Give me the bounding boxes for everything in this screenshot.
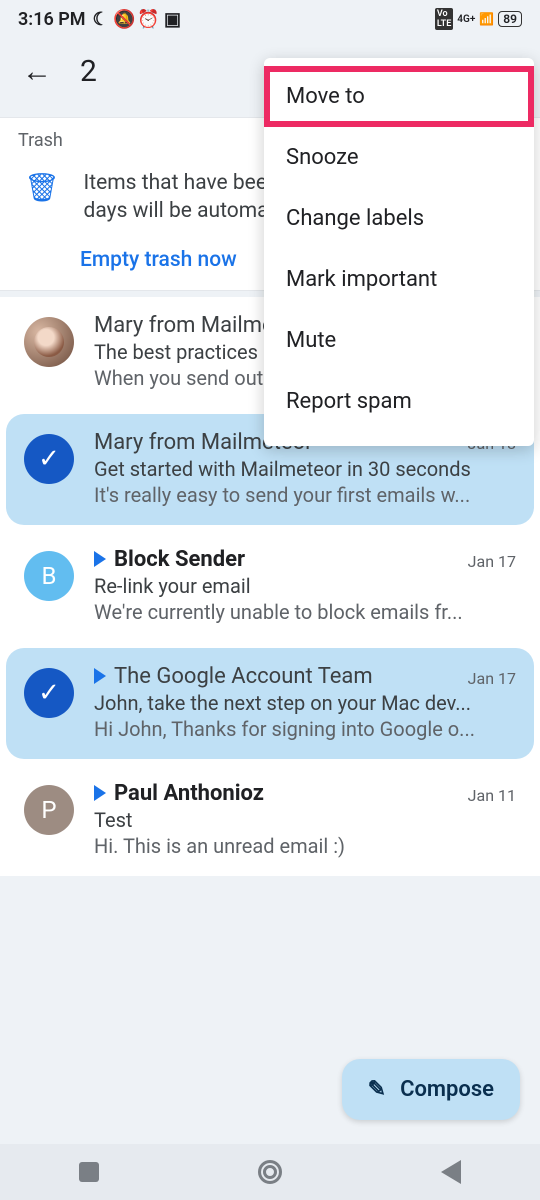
system-nav-bar: [0, 1144, 540, 1200]
email-date: Jan 17: [468, 669, 516, 688]
email-item[interactable]: ✓ The Google Account Team Jan 17 John, take…: [6, 648, 534, 759]
back-button[interactable]: ←: [22, 54, 52, 89]
overflow-menu: Move toSnoozeChange labelsMark important…: [264, 58, 534, 446]
check-icon: ✓: [38, 444, 60, 474]
menu-item-snooze[interactable]: Snooze: [264, 127, 534, 188]
volte-icon: VoLTE: [435, 8, 453, 30]
important-badge-icon: [94, 785, 106, 801]
menu-item-move-to[interactable]: Move to: [264, 66, 534, 127]
email-avatar[interactable]: B: [24, 551, 74, 601]
email-avatar[interactable]: ✓: [24, 434, 74, 484]
email-snippet: We're currently unable to block emails f…: [94, 600, 516, 624]
alarm-icon: ⏰: [140, 10, 158, 28]
email-subject: Get started with Mailmeteor in 30 second…: [94, 457, 516, 481]
email-snippet: Hi. This is an unread email :): [94, 834, 516, 858]
email-body: Block Sender Jan 17 Re-link your emailWe'r…: [94, 547, 516, 624]
status-right: VoLTE 4G+ 📶 89: [435, 8, 522, 30]
email-avatar[interactable]: ✓: [24, 668, 74, 718]
battery-indicator: 89: [498, 11, 522, 27]
email-sender: Paul Anthonioz: [94, 781, 264, 806]
email-date: Jan 17: [468, 552, 516, 571]
email-item[interactable]: B Block Sender Jan 17 Re-link your emailWe'…: [6, 531, 534, 642]
status-time: 3:16 PM: [18, 9, 86, 30]
pencil-icon: ✎: [368, 1077, 386, 1102]
email-avatar[interactable]: P: [24, 785, 74, 835]
email-snippet: It's really easy to send your first emai…: [94, 483, 516, 507]
compose-button[interactable]: ✎ Compose: [342, 1059, 520, 1120]
mute-icon: 🔕: [116, 10, 134, 28]
menu-item-report-spam[interactable]: Report spam: [264, 371, 534, 432]
status-bar: 3:16 PM ☾ 🔕 ⏰ ▣ VoLTE 4G+ 📶 89: [0, 0, 540, 34]
email-subject: John, take the next step on your Mac dev…: [94, 691, 516, 715]
menu-item-mute[interactable]: Mute: [264, 310, 534, 371]
menu-item-change-labels[interactable]: Change labels: [264, 188, 534, 249]
email-subject: Test: [94, 808, 516, 832]
email-body: The Google Account Team Jan 17 John, take …: [94, 664, 516, 741]
email-date: Jan 11: [468, 786, 516, 805]
email-subject: Re-link your email: [94, 574, 516, 598]
nav-recents[interactable]: [79, 1162, 99, 1182]
network-label: 4G+: [457, 14, 475, 25]
email-body: Paul Anthonioz Jan 11 TestHi. This is an u…: [94, 781, 516, 858]
selection-count: 2: [80, 54, 97, 89]
email-snippet: Hi John, Thanks for signing into Google …: [94, 717, 516, 741]
email-sender: Block Sender: [94, 547, 245, 572]
nfc-icon: ▣: [164, 10, 182, 28]
signal-icon: 📶: [479, 12, 494, 26]
important-badge-icon: [94, 668, 106, 684]
important-badge-icon: [94, 551, 106, 567]
nav-home[interactable]: [258, 1160, 282, 1184]
trash-icon: 🗑: [24, 171, 60, 204]
status-left: 3:16 PM ☾ 🔕 ⏰ ▣: [18, 9, 182, 30]
menu-item-mark-important[interactable]: Mark important: [264, 249, 534, 310]
email-sender: The Google Account Team: [94, 664, 373, 689]
check-icon: ✓: [38, 678, 60, 708]
email-avatar[interactable]: [24, 317, 74, 367]
email-item[interactable]: P Paul Anthonioz Jan 11 TestHi. This is an …: [6, 765, 534, 876]
compose-label: Compose: [400, 1077, 494, 1102]
nav-back[interactable]: [441, 1160, 461, 1184]
moon-icon: ☾: [92, 10, 110, 28]
